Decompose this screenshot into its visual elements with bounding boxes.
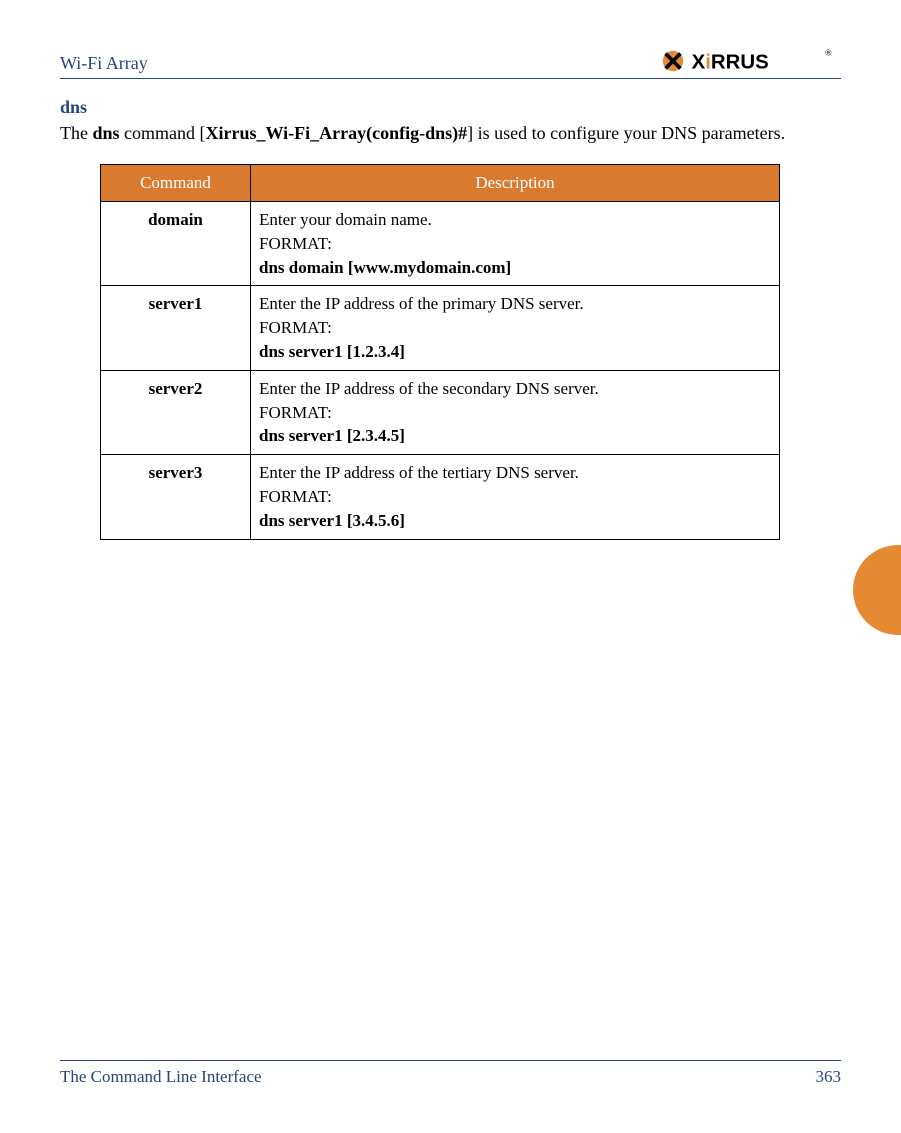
desc-text: Enter the IP address of the tertiary DNS… <box>259 461 771 485</box>
intro-bold-cmd: dns <box>92 123 119 143</box>
intro-bold-prompt: Xirrus_Wi-Fi_Array(config-dns)# <box>206 123 468 143</box>
desc-cell: Enter the IP address of the tertiary DNS… <box>251 455 780 539</box>
desc-text: Enter the IP address of the secondary DN… <box>259 377 771 401</box>
command-table: Command Description domain Enter your do… <box>100 164 780 540</box>
desc-text: Enter the IP address of the primary DNS … <box>259 292 771 316</box>
desc-cell: Enter the IP address of the primary DNS … <box>251 286 780 370</box>
desc-format-label: FORMAT: <box>259 401 771 425</box>
desc-cell: Enter your domain name. FORMAT: dns doma… <box>251 202 780 286</box>
intro-paragraph: The dns command [Xirrus_Wi-Fi_Array(conf… <box>60 120 841 146</box>
cmd-cell: domain <box>101 202 251 286</box>
intro-text: The <box>60 123 92 143</box>
desc-text: Enter your domain name. <box>259 208 771 232</box>
desc-cell: Enter the IP address of the secondary DN… <box>251 370 780 454</box>
document-title: Wi-Fi Array <box>60 53 148 74</box>
col-header-command: Command <box>101 165 251 202</box>
footer-page-number: 363 <box>816 1067 842 1087</box>
desc-format-example: dns server1 [2.3.4.5] <box>259 424 771 448</box>
desc-format-example: dns server1 [1.2.3.4] <box>259 340 771 364</box>
footer-section-title: The Command Line Interface <box>60 1067 262 1087</box>
intro-text: command [ <box>120 123 206 143</box>
desc-format-example: dns server1 [3.4.5.6] <box>259 509 771 533</box>
page-header: Wi-Fi Array XiRRUS ® <box>60 48 841 79</box>
cmd-cell: server1 <box>101 286 251 370</box>
table-row: server1 Enter the IP address of the prim… <box>101 286 780 370</box>
svg-text:XiRRUS: XiRRUS <box>692 51 769 73</box>
cmd-cell: server2 <box>101 370 251 454</box>
cmd-cell: server3 <box>101 455 251 539</box>
table-row: server3 Enter the IP address of the tert… <box>101 455 780 539</box>
desc-format-label: FORMAT: <box>259 485 771 509</box>
table-row: domain Enter your domain name. FORMAT: d… <box>101 202 780 286</box>
intro-text: ] is used to configure your DNS paramete… <box>467 123 785 143</box>
side-tab-icon <box>853 545 901 635</box>
section-heading: dns <box>60 97 841 118</box>
table-header-row: Command Description <box>101 165 780 202</box>
page-footer: The Command Line Interface 363 <box>60 1060 841 1087</box>
desc-format-example: dns domain [www.mydomain.com] <box>259 256 771 280</box>
col-header-description: Description <box>251 165 780 202</box>
desc-format-label: FORMAT: <box>259 232 771 256</box>
desc-format-label: FORMAT: <box>259 316 771 340</box>
xirrus-logo-icon: XiRRUS ® <box>660 48 841 74</box>
svg-text:®: ® <box>825 48 832 57</box>
table-row: server2 Enter the IP address of the seco… <box>101 370 780 454</box>
